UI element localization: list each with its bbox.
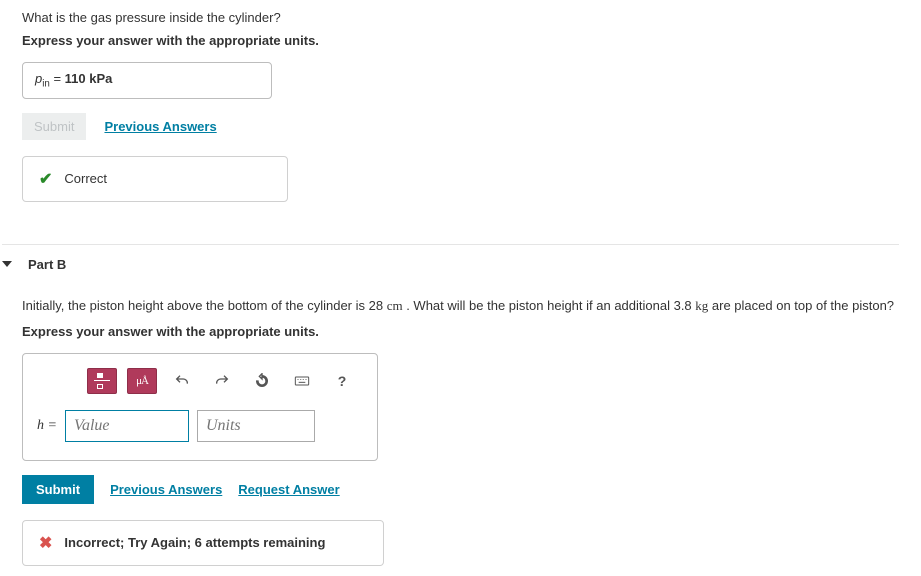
part-b-question: Initially, the piston height above the b… xyxy=(22,298,899,314)
q-unit2: kg xyxy=(695,298,708,313)
check-icon: ✔ xyxy=(39,169,52,189)
part-a-section: What is the gas pressure inside the cyli… xyxy=(22,10,899,202)
previous-answers-link[interactable]: Previous Answers xyxy=(104,119,216,134)
x-icon: ✖ xyxy=(39,533,52,553)
reset-button[interactable] xyxy=(247,368,277,394)
answer-input-panel: μÅ ? h = xyxy=(22,353,378,461)
feedback-correct: ✔ Correct xyxy=(22,156,288,202)
h-variable-label: h = xyxy=(37,418,57,434)
answer-input-row: h = xyxy=(37,410,363,442)
reset-icon xyxy=(254,373,270,389)
submit-button[interactable]: Submit xyxy=(22,475,94,504)
q-mid: . What will be the piston height if an a… xyxy=(403,298,696,313)
redo-icon xyxy=(214,373,230,389)
submit-button: Submit xyxy=(22,113,86,140)
caret-down-icon xyxy=(2,261,12,267)
part-b-header[interactable]: Part B xyxy=(2,244,899,272)
q-unit1: cm xyxy=(387,298,403,313)
request-answer-link[interactable]: Request Answer xyxy=(238,482,339,497)
part-b-section: Initially, the piston height above the b… xyxy=(22,298,899,566)
q-post: are placed on top of the piston? xyxy=(708,298,894,313)
fraction-tool-button[interactable] xyxy=(87,368,117,394)
question-text: What is the gas pressure inside the cyli… xyxy=(22,10,899,25)
part-a-actions: Submit Previous Answers xyxy=(22,113,899,140)
answer-equals: = xyxy=(50,71,65,86)
q-pre: Initially, the piston height above the b… xyxy=(22,298,387,313)
answer-subscript: in xyxy=(42,79,50,90)
mu-angstrom-icon: μÅ xyxy=(136,375,148,387)
fraction-icon xyxy=(94,373,110,389)
units-input[interactable] xyxy=(197,410,315,442)
value-input[interactable] xyxy=(65,410,189,442)
answer-display: pin = 110 kPa xyxy=(22,62,272,99)
redo-button[interactable] xyxy=(207,368,237,394)
help-button[interactable]: ? xyxy=(327,368,357,394)
answer-value: 110 kPa xyxy=(65,71,113,86)
part-b-title: Part B xyxy=(28,257,66,272)
feedback-text: Correct xyxy=(64,171,107,186)
previous-answers-link[interactable]: Previous Answers xyxy=(110,482,222,497)
feedback-text: Incorrect; Try Again; 6 attempts remaini… xyxy=(64,535,325,550)
part-b-instruction: Express your answer with the appropriate… xyxy=(22,324,899,339)
part-b-actions: Submit Previous Answers Request Answer xyxy=(22,475,899,504)
instruction-text: Express your answer with the appropriate… xyxy=(22,33,899,48)
special-char-tool-button[interactable]: μÅ xyxy=(127,368,157,394)
keyboard-button[interactable] xyxy=(287,368,317,394)
formula-toolbar: μÅ ? xyxy=(87,368,363,394)
undo-button[interactable] xyxy=(167,368,197,394)
keyboard-icon xyxy=(294,373,310,389)
undo-icon xyxy=(174,373,190,389)
feedback-incorrect: ✖ Incorrect; Try Again; 6 attempts remai… xyxy=(22,520,384,566)
